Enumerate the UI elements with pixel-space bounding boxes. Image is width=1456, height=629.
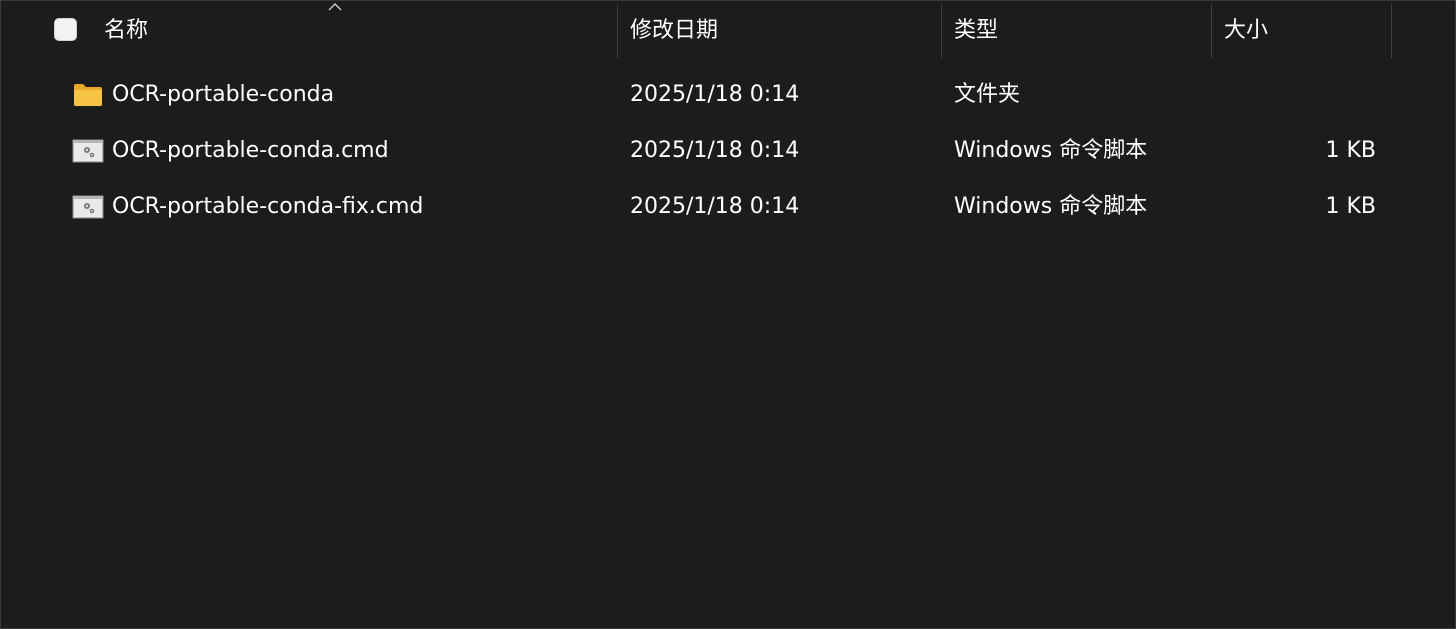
- file-type: Windows 命令脚本: [954, 138, 1148, 163]
- cmd-script-icon: [72, 195, 104, 219]
- file-name: OCR-portable-conda.cmd: [112, 138, 389, 163]
- file-row[interactable]: OCR-portable-conda 2025/1/18 0:14 文件夹: [0, 67, 1456, 123]
- select-all-checkbox[interactable]: [54, 18, 77, 41]
- file-type: 文件夹: [954, 82, 1021, 107]
- column-header-size-label: 大小: [1224, 18, 1269, 43]
- column-header-modified-label: 修改日期: [630, 18, 719, 43]
- column-header-type[interactable]: 类型: [942, 0, 1210, 58]
- file-type: Windows 命令脚本: [954, 194, 1148, 219]
- cmd-script-icon: [72, 139, 104, 163]
- column-header-type-label: 类型: [954, 18, 999, 43]
- file-row[interactable]: OCR-portable-conda.cmd 2025/1/18 0:14 Wi…: [0, 123, 1456, 179]
- file-name: OCR-portable-conda: [112, 82, 335, 107]
- file-name: OCR-portable-conda-fix.cmd: [112, 194, 424, 219]
- column-header-name-label: 名称: [104, 18, 149, 43]
- folder-icon: [74, 84, 102, 106]
- column-header-name[interactable]: 名称: [90, 0, 616, 58]
- column-header-modified[interactable]: 修改日期: [618, 0, 940, 58]
- file-size: 1 KB: [1325, 194, 1376, 219]
- file-row[interactable]: OCR-portable-conda-fix.cmd 2025/1/18 0:1…: [0, 179, 1456, 235]
- column-header-bar: 名称 修改日期 类型 大小: [0, 0, 1456, 58]
- file-modified: 2025/1/18 0:14: [630, 82, 800, 107]
- file-modified: 2025/1/18 0:14: [630, 138, 800, 163]
- file-modified: 2025/1/18 0:14: [630, 194, 800, 219]
- column-header-size[interactable]: 大小: [1212, 0, 1390, 58]
- column-divider[interactable]: [1391, 4, 1392, 58]
- file-size: 1 KB: [1325, 138, 1376, 163]
